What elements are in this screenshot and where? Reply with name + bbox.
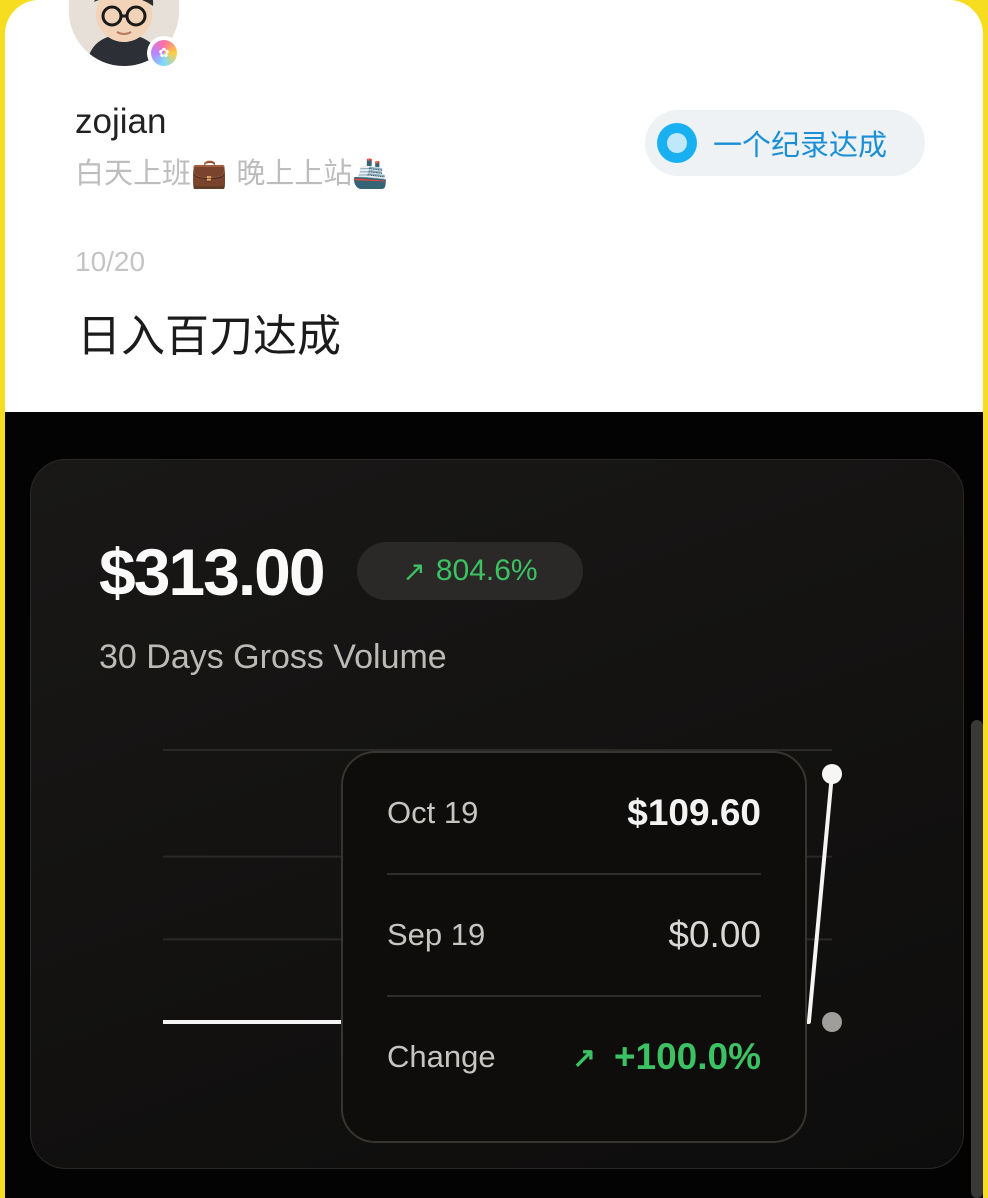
tooltip-previous-date: Sep 19 (387, 917, 486, 952)
post-text: 日入百刀达成 (77, 311, 341, 362)
avatar-badge-icon: ✿ (147, 36, 181, 70)
tooltip-change: ↗ +100.0% (572, 1036, 761, 1078)
tooltip-current-date: Oct 19 (387, 795, 479, 830)
tooltip-current-value: $109.60 (627, 792, 761, 833)
current-period-point (822, 764, 842, 784)
revenue-card: $313.00 ↗ 804.6% 30 Days Gross Volume Oc… (30, 459, 964, 1169)
scrollbar[interactable] (971, 720, 983, 1198)
achievement-badge[interactable]: 一个纪录达成 (645, 110, 925, 176)
tooltip-change-label: Change (387, 1039, 496, 1074)
post-date: 10/20 (75, 246, 146, 277)
achievement-label: 一个纪录达成 (713, 128, 888, 162)
tooltip-row-change: Change ↗ +100.0% (387, 997, 761, 1117)
chart-tooltip: Oct 19 $109.60 Sep 19 $0.00 Change ↗ +10… (341, 751, 807, 1143)
post-image[interactable]: $313.00 ↗ 804.6% 30 Days Gross Volume Oc… (5, 412, 983, 1198)
username[interactable]: zojian (75, 102, 166, 142)
tooltip-change-value: +100.0% (613, 1036, 761, 1077)
user-bio: 白天上班💼 晚上上站🚢 (75, 156, 389, 190)
tooltip-row-current: Oct 19 $109.60 (387, 753, 761, 875)
post-card: ✿ zojian 白天上班💼 晚上上站🚢 一个纪录达成 10/20 日入百刀达成… (5, 0, 983, 1198)
tooltip-row-previous: Sep 19 $0.00 (387, 875, 761, 997)
tooltip-previous-value: $0.00 (668, 914, 761, 955)
previous-period-point (822, 1012, 842, 1032)
record-icon (657, 123, 697, 163)
trending-up-icon: ↗ (572, 1041, 596, 1073)
